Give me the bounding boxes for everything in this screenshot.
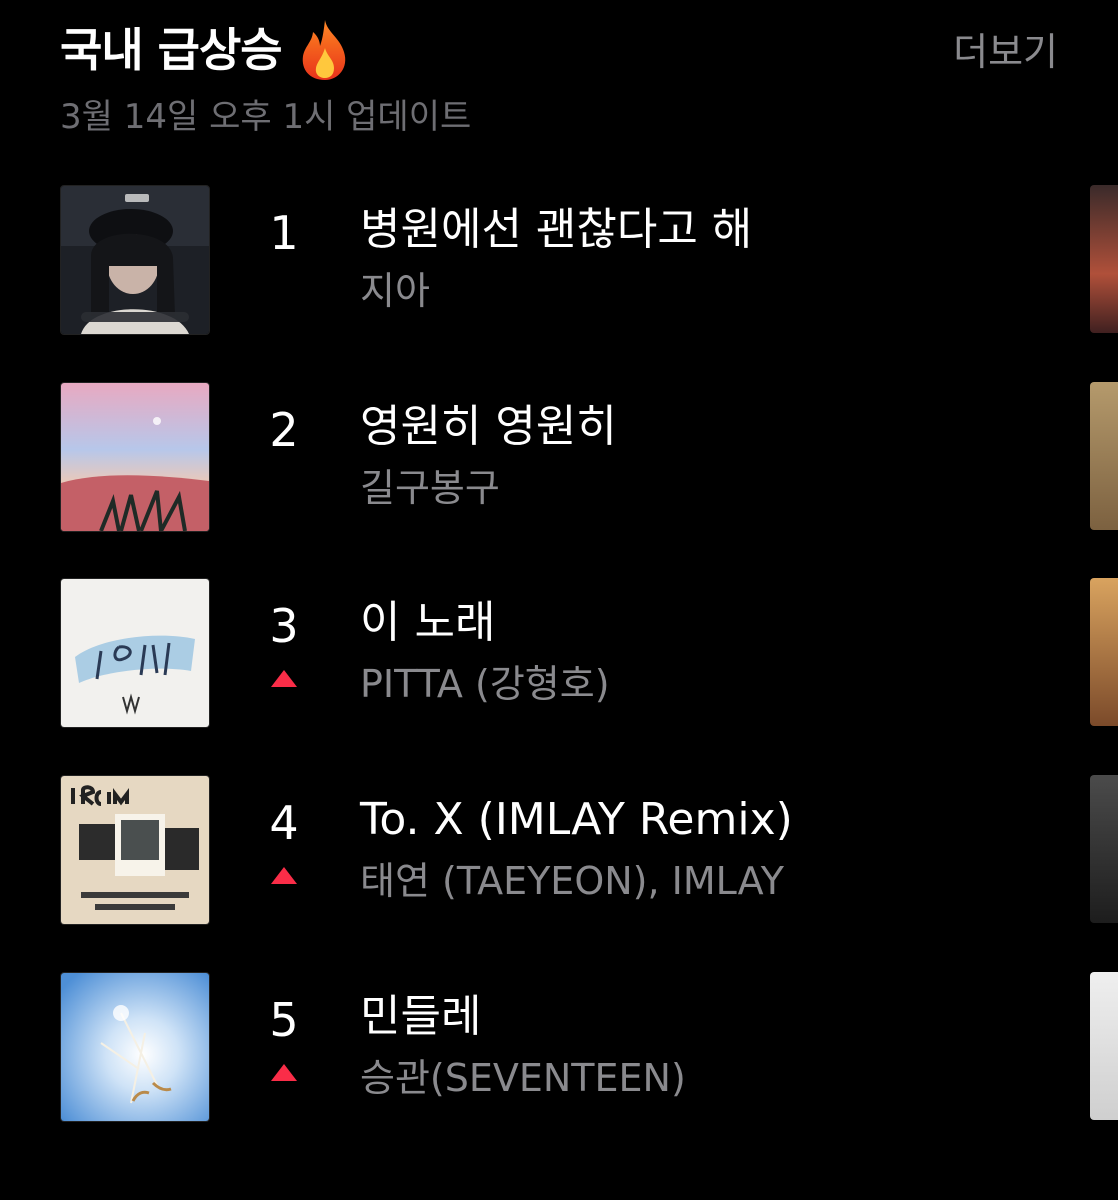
trend-up-icon [271,867,297,884]
next-column-album-art[interactable] [1090,775,1118,923]
song-title: 병원에선 괜찮다고 해 [360,204,753,255]
next-column-album-art[interactable] [1090,185,1118,333]
list-item[interactable]: 2 영원히 영원히 길구봉구 [60,382,1060,532]
list-item[interactable]: 3 이 노래 PITTA (강형호) [60,578,1060,728]
artist-name: 지아 [360,269,430,313]
list-item[interactable]: 5 민들레 승관(SEVENTEEN) [60,972,1060,1122]
fire-icon [302,20,345,80]
list-item[interactable]: 4 To. X (IMLAY Remix) 태연 (TAEYEON), IMLA… [60,775,1060,925]
trend-up-icon [271,670,297,687]
rank-number: 4 [269,796,299,850]
album-art-5 [60,972,210,1122]
next-column-album-art[interactable] [1090,972,1118,1120]
album-art-1 [60,185,210,335]
album-art-2 [60,382,210,532]
rank-number: 5 [269,993,299,1047]
chart-page: 국내 급상승 더보기 3월 14일 오후 1시 업데이트 1 병원에선 괜찮다고… [0,0,1118,1200]
song-title: 영원히 영원히 [360,401,617,452]
artist-name: 태연 (TAEYEON), IMLAY [360,859,784,903]
song-title: 민들레 [360,991,482,1042]
album-art-3 [60,578,210,728]
update-timestamp: 3월 14일 오후 1시 업데이트 [60,97,472,137]
song-title: To. X (IMLAY Remix) [360,794,793,845]
album-art-4 [60,775,210,925]
section-header: 국내 급상승 더보기 [60,18,1058,88]
list-item[interactable]: 1 병원에선 괜찮다고 해 지아 [60,185,1060,335]
rank-number: 1 [269,206,299,260]
rank-number: 2 [269,403,299,457]
song-title: 이 노래 [360,597,496,648]
more-button[interactable]: 더보기 [953,26,1058,78]
next-column-album-art[interactable] [1090,382,1118,530]
artist-name: PITTA (강형호) [360,662,610,706]
artist-name: 승관(SEVENTEEN) [360,1056,686,1100]
section-title-text: 국내 급상승 [60,23,283,77]
rank-number: 3 [269,599,299,653]
section-title: 국내 급상승 [60,18,354,82]
next-column-album-art[interactable] [1090,578,1118,726]
artist-name: 길구봉구 [360,466,500,510]
trend-up-icon [271,1064,297,1081]
